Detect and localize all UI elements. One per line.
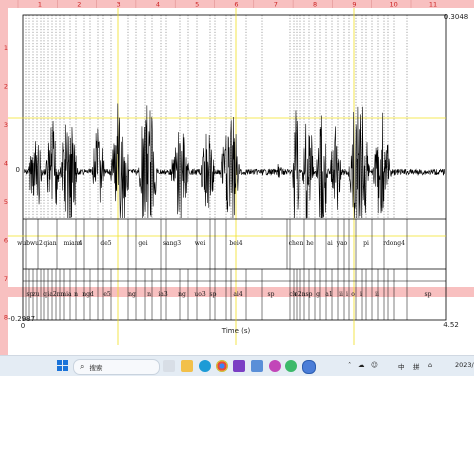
time-axis-label: Time (s) bbox=[221, 327, 251, 335]
file-explorer-icon[interactable] bbox=[181, 360, 193, 372]
search-icon: ⌕ bbox=[80, 362, 85, 371]
chrome-icon[interactable] bbox=[216, 360, 228, 372]
tier1-interval-label: qian bbox=[43, 240, 56, 247]
tier2-interval-label: mia bbox=[60, 291, 72, 298]
top-ruler-number: 8 bbox=[313, 1, 317, 9]
top-ruler-number: 9 bbox=[352, 1, 356, 9]
top-ruler-number: 11 bbox=[429, 1, 437, 9]
tier2-interval-label: ngd bbox=[82, 291, 94, 298]
visual-studio-icon[interactable] bbox=[233, 360, 245, 372]
amplitude-zero-label: 0 bbox=[16, 166, 20, 174]
edge-browser-icon[interactable] bbox=[199, 360, 211, 372]
left-ruler-number: 6 bbox=[4, 237, 8, 245]
praat-editor-canvas[interactable]: 1 2 3 4 5 6 7 8 9 10 11123456780.30480-0.29870 4.52… bbox=[0, 0, 474, 355]
tier2-interval-label: zu bbox=[32, 291, 39, 298]
tier2-interval-label: i bbox=[360, 291, 362, 298]
tier2-interval-label: sp bbox=[425, 291, 432, 298]
left-ruler bbox=[0, 0, 8, 355]
tier1-interval-label: rdong4 bbox=[383, 240, 405, 247]
time-end-label: 4.52 bbox=[443, 321, 459, 329]
tier2-interval-label: ii bbox=[375, 291, 379, 298]
windows-start-icon[interactable] bbox=[57, 360, 69, 372]
tier2-interval-label: sp bbox=[268, 291, 275, 298]
time-start-label: 0 bbox=[21, 322, 25, 330]
amplitude-max-label: 0.3048 bbox=[444, 13, 469, 21]
tier2-interval-label: e5 bbox=[103, 291, 111, 298]
user-tray-icon[interactable]: ☺ bbox=[371, 361, 378, 369]
paint-app-icon[interactable] bbox=[269, 360, 281, 372]
tier2-interval-label: sp bbox=[306, 291, 313, 298]
top-ruler-number: 10 bbox=[390, 1, 398, 9]
desktop-background bbox=[0, 376, 474, 474]
windows-taskbar: ⌕ 搜索 ˄ ☁ ☺ 中 拼 ⌂ 2023/1 bbox=[0, 355, 474, 376]
tier2-interval-label: g bbox=[316, 291, 320, 298]
tier1-interval-label: de5 bbox=[100, 240, 111, 247]
waveform bbox=[23, 103, 445, 219]
tier1-interval-label: he bbox=[306, 240, 314, 247]
tier2-interval-label: n bbox=[74, 291, 78, 298]
tier1-interval-label: wei bbox=[195, 240, 206, 247]
tier2-interval-label: ia2n bbox=[47, 291, 60, 298]
tier1-interval-label: yao bbox=[336, 240, 348, 247]
top-ruler-number: 6 bbox=[234, 1, 238, 9]
tier1-interval-label: gei bbox=[138, 240, 147, 247]
tier1-interval-label: ai bbox=[327, 240, 333, 247]
tier2-interval-label: a1 bbox=[325, 291, 332, 298]
cloud-tray-icon[interactable]: ☁ bbox=[358, 361, 365, 369]
top-ruler-number: 3 bbox=[117, 1, 121, 9]
left-ruler-number: 5 bbox=[4, 198, 8, 206]
tier1-interval-label: sang3 bbox=[163, 240, 181, 247]
tier1-interval-label: chen bbox=[289, 240, 304, 247]
taskbar-search-box[interactable]: ⌕ 搜索 bbox=[73, 359, 160, 375]
left-ruler-number: 2 bbox=[4, 83, 8, 91]
left-ruler-number: 1 bbox=[4, 44, 8, 52]
top-ruler-number: 7 bbox=[274, 1, 278, 9]
top-ruler-number: 1 bbox=[38, 1, 42, 9]
widgets-icon[interactable] bbox=[163, 360, 175, 372]
document-app-icon[interactable] bbox=[251, 360, 263, 372]
tier2-interval-label: ai4 bbox=[233, 291, 242, 298]
network-icon[interactable]: ⌂ bbox=[428, 361, 432, 369]
tray-chevron-icon[interactable]: ˄ bbox=[348, 361, 351, 369]
top-ruler-number: 5 bbox=[195, 1, 199, 9]
tier2-interval-label: n bbox=[147, 291, 151, 298]
desktop-screen: 1 2 3 4 5 6 7 8 9 10 11 1 2 3 4 5 6 7 8 0.3048 0 -0.2987 0 4.52… bbox=[0, 0, 474, 474]
green-app-icon[interactable] bbox=[285, 360, 297, 372]
tier2-interval-label: ng bbox=[128, 291, 136, 298]
left-ruler-number: 7 bbox=[4, 275, 8, 283]
tier1-interval-label: bei4 bbox=[229, 240, 242, 247]
tier1-interval-label: wubwu2 bbox=[17, 240, 43, 247]
tier1-interval-label: n bbox=[78, 240, 82, 247]
tier1-interval-label: pi bbox=[363, 240, 369, 247]
search-placeholder: 搜索 bbox=[89, 364, 103, 372]
top-ruler-number: 2 bbox=[77, 1, 81, 9]
ime-language-indicator[interactable]: 中 bbox=[398, 361, 405, 371]
tier2-interval-label: i bbox=[346, 291, 348, 298]
left-ruler-number: 4 bbox=[4, 160, 8, 168]
globe-app-icon[interactable] bbox=[302, 360, 316, 374]
tier2-interval-label: ii bbox=[339, 291, 343, 298]
tier2-interval-label: ng bbox=[178, 291, 186, 298]
tier2-interval-label: ia3 bbox=[158, 291, 167, 298]
tier2-interval-label: o bbox=[351, 291, 355, 298]
tier2-interval-label: e2n bbox=[294, 291, 305, 298]
ime-mode-indicator[interactable]: 拼 bbox=[413, 361, 420, 371]
left-ruler-number: 3 bbox=[4, 121, 8, 129]
tier2-interval-label: sp bbox=[210, 291, 217, 298]
clock[interactable]: 2023/1 bbox=[455, 361, 474, 369]
tier2-interval-label: uo3 bbox=[194, 291, 205, 298]
top-ruler-number: 4 bbox=[156, 1, 160, 9]
